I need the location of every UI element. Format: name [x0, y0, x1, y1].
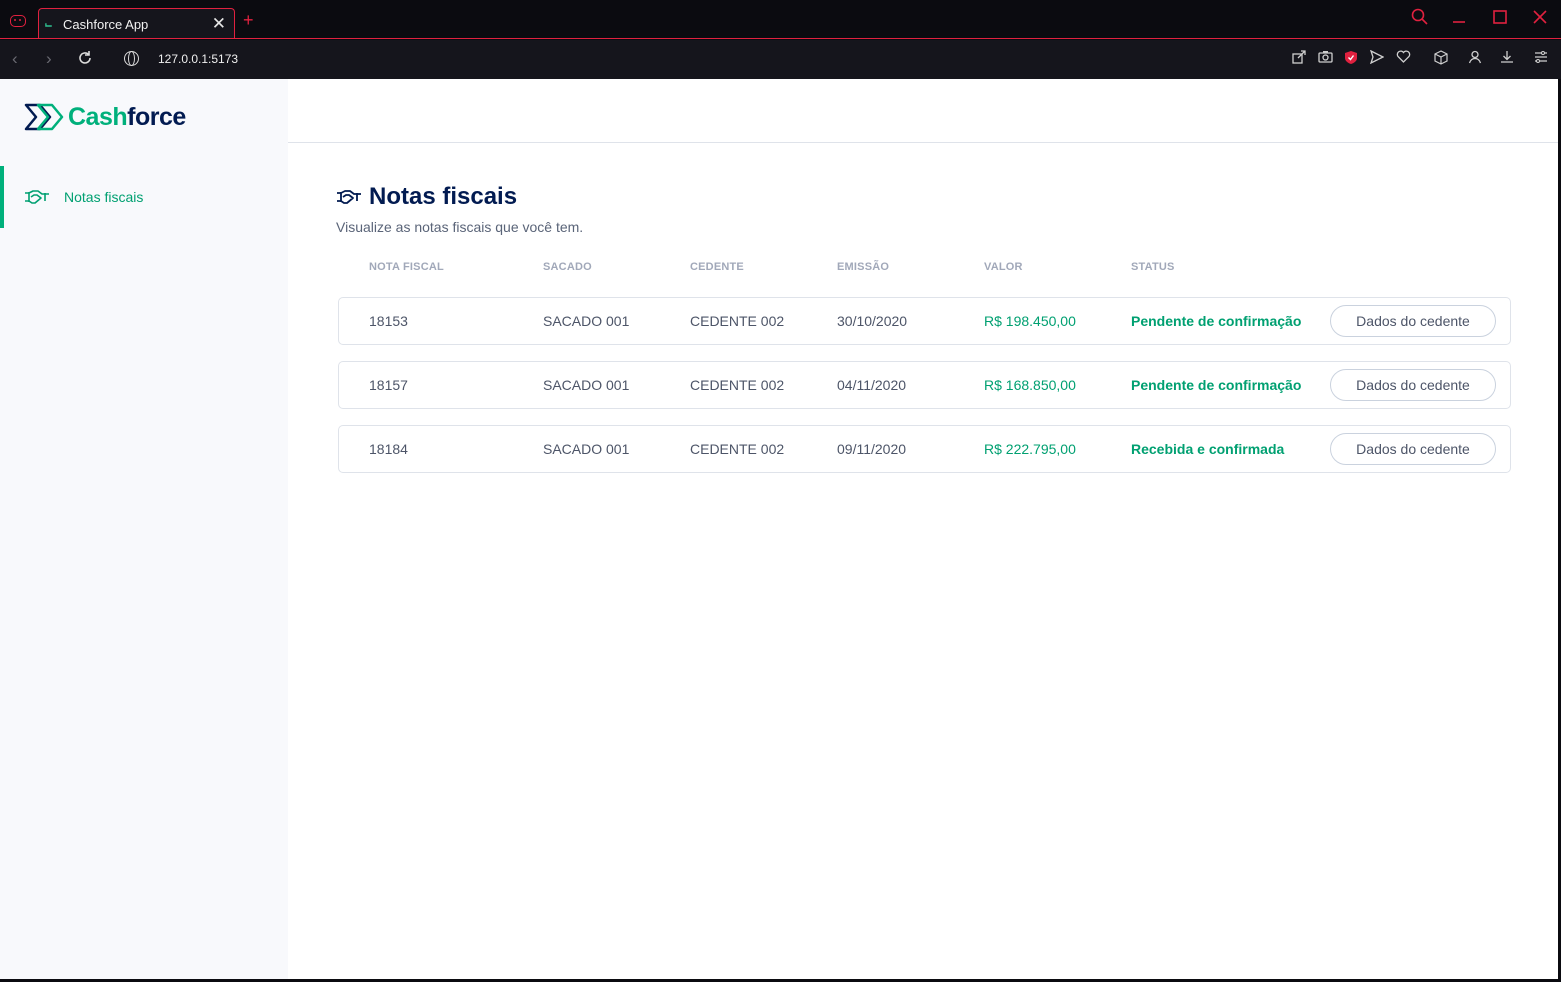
back-icon[interactable]: ‹ [12, 49, 18, 69]
column-header-status: STATUS [1131, 261, 1175, 273]
shield-icon[interactable] [1342, 50, 1360, 68]
cell-status: Recebida e confirmada [1131, 441, 1285, 457]
page-title: Notas fiscais [369, 183, 518, 210]
new-tab-icon[interactable]: + [243, 10, 254, 31]
cell-sacado: SACADO 001 [543, 441, 630, 457]
sidebar-item-notas-fiscais[interactable]: Notas fiscais [0, 166, 288, 228]
top-header [288, 79, 1561, 143]
column-header-sacado: SACADO [543, 261, 592, 273]
reload-icon[interactable] [77, 50, 93, 71]
tab-underline [0, 38, 1561, 39]
gamepad-icon[interactable] [10, 15, 26, 27]
browser-tab[interactable]: ⨽ Cashforce App ✕ [38, 8, 235, 39]
send-icon[interactable] [1368, 49, 1386, 68]
cell-emissao: 04/11/2020 [837, 377, 907, 393]
dados-do-cedente-button[interactable]: Dados do cedente [1330, 305, 1496, 337]
dados-do-cedente-button[interactable]: Dados do cedente [1330, 433, 1496, 465]
cashforce-logo[interactable]: Cashforce [24, 103, 186, 135]
share-icon[interactable] [1290, 50, 1308, 68]
cell-status: Pendente de confirmação [1131, 313, 1302, 329]
url-field[interactable]: 127.0.0.1:5173 [158, 52, 238, 66]
cell-nota-fiscal: 18157 [369, 377, 408, 393]
cell-sacado: SACADO 001 [543, 313, 630, 329]
column-header-cedente: CEDENTE [690, 261, 744, 273]
search-icon[interactable] [1411, 8, 1429, 31]
column-header-emissao: EMISSÃO [837, 261, 890, 273]
app-viewport: Cashforce Notas fiscais Notas fiscais Vi… [0, 79, 1561, 979]
profile-icon[interactable] [1466, 50, 1484, 68]
cube-icon[interactable] [1432, 50, 1450, 68]
table-row: 18157 SACADO 001 CEDENTE 002 04/11/2020 … [338, 361, 1511, 409]
maximize-icon[interactable] [1493, 8, 1507, 31]
cell-valor: R$ 168.850,00 [984, 377, 1076, 393]
cell-sacado: SACADO 001 [543, 377, 630, 393]
handshake-icon [336, 189, 362, 210]
page-subtitle: Visualize as notas fiscais que você tem. [336, 219, 584, 235]
globe-icon [124, 51, 139, 66]
cell-emissao: 30/10/2020 [837, 313, 908, 329]
cell-nota-fiscal: 18153 [369, 313, 408, 329]
sidebar: Cashforce Notas fiscais [0, 79, 288, 979]
tab-title: Cashforce App [63, 17, 149, 32]
column-header-valor: VALOR [984, 261, 1023, 273]
logo-wordmark: Cashforce [68, 103, 186, 132]
cell-cedente: CEDENTE 002 [690, 441, 785, 457]
camera-icon[interactable] [1316, 50, 1334, 68]
cell-nota-fiscal: 18184 [369, 441, 408, 457]
cell-cedente: CEDENTE 002 [690, 313, 785, 329]
sidebar-item-label: Notas fiscais [64, 189, 144, 205]
column-header-nota-fiscal: NOTA FISCAL [369, 261, 444, 273]
handshake-icon [24, 189, 50, 210]
cell-valor: R$ 222.795,00 [984, 441, 1076, 457]
dados-do-cedente-button[interactable]: Dados do cedente [1330, 369, 1496, 401]
logo-mark-icon [24, 103, 64, 131]
forward-icon[interactable]: › [46, 49, 52, 69]
close-window-icon[interactable] [1533, 8, 1547, 31]
cell-emissao: 09/11/2020 [837, 441, 907, 457]
cell-cedente: CEDENTE 002 [690, 377, 785, 393]
close-tab-icon[interactable]: ✕ [212, 14, 226, 34]
table-row: 18153 SACADO 001 CEDENTE 002 30/10/2020 … [338, 297, 1511, 345]
logo-text-force: force [127, 103, 186, 131]
cell-valor: R$ 198.450,00 [984, 313, 1076, 329]
main-content: Notas fiscais Visualize as notas fiscais… [288, 143, 1561, 979]
cell-status: Pendente de confirmação [1131, 377, 1302, 393]
browser-tab-bar: ⨽ Cashforce App ✕ + [0, 0, 1561, 40]
favicon-icon: ⨽ [45, 16, 53, 30]
minimize-icon[interactable] [1452, 8, 1466, 31]
address-bar: ‹ › 127.0.0.1:5173 [0, 40, 1561, 79]
table-row: 18184 SACADO 001 CEDENTE 002 09/11/2020 … [338, 425, 1511, 473]
active-indicator [0, 166, 4, 228]
heart-icon[interactable] [1394, 50, 1412, 68]
menu-icon[interactable] [1532, 50, 1550, 68]
logo-text-cash: Cash [68, 103, 128, 131]
download-icon[interactable] [1498, 50, 1516, 68]
